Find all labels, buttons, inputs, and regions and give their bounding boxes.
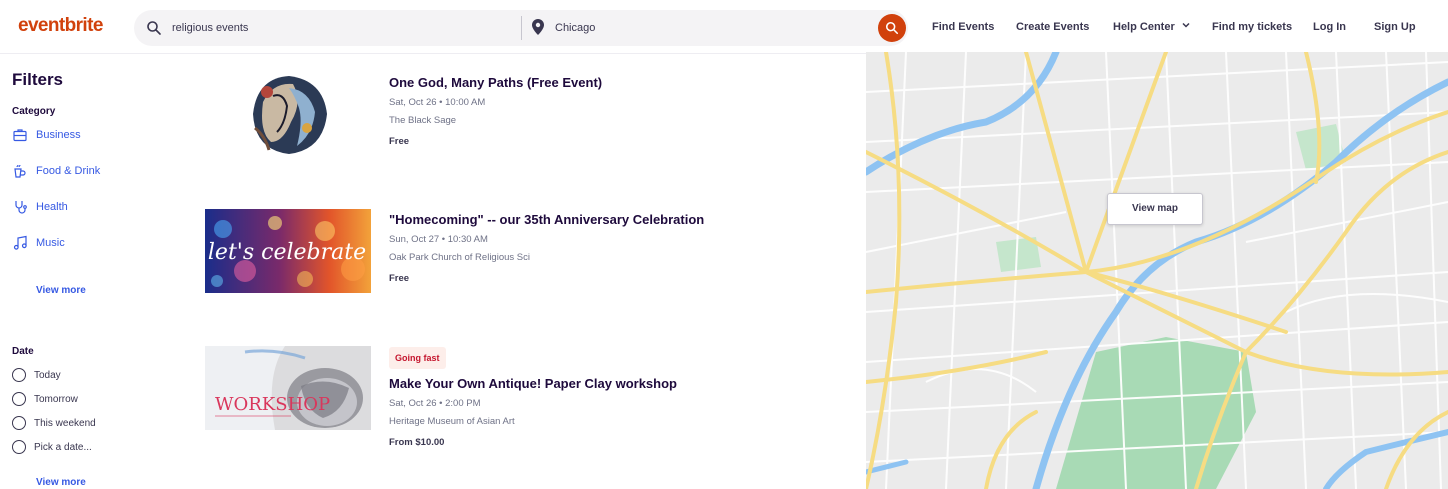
going-fast-badge: Going fast [389,347,446,369]
nav-create-events[interactable]: Create Events [1016,21,1089,33]
nav-help-center[interactable]: Help Center [1113,21,1190,33]
date-option-label: Today [34,369,61,381]
category-business[interactable]: Business [12,125,81,145]
event-title[interactable]: Make Your Own Antique! Paper Clay worksh… [389,376,677,391]
search-input[interactable]: religious events [172,22,248,34]
search-divider [521,16,522,40]
category-label: Food & Drink [36,165,101,177]
event-date: Sat, Oct 26 • 10:00 AM [389,97,486,108]
category-label: Music [36,237,65,249]
map-panel[interactable]: View map [866,52,1448,489]
event-artwork-workshop: WORKSHOP [205,346,371,430]
top-nav-bar: eventbrite religious events Chicago Find… [0,0,1448,54]
event-image-workshop[interactable]: WORKSHOP [205,346,371,430]
category-section-label: Category [12,106,56,117]
event-image-text: WORKSHOP [215,394,330,415]
nav-find-my-tickets[interactable]: Find my tickets [1212,21,1292,33]
event-image-text: let's celebrate [208,240,366,265]
date-option-this-weekend[interactable]: This weekend [12,415,96,431]
location-pin-icon [532,19,544,35]
category-food-drink[interactable]: Food & Drink [12,161,100,181]
category-label: Health [36,201,68,213]
nav-sign-up[interactable]: Sign Up [1374,21,1416,33]
view-map-button[interactable]: View map [1107,193,1203,225]
nav-find-events[interactable]: Find Events [932,21,994,33]
chevron-down-icon [1182,22,1190,28]
search-button-icon [885,21,899,35]
event-venue: Oak Park Church of Religious Sci [389,252,530,263]
search-bar[interactable]: religious events Chicago [134,10,908,46]
date-view-more-link[interactable]: View more [36,477,86,488]
event-price: Free [389,136,410,147]
filters-title: Filters [12,70,64,89]
event-price: From $10.00 [389,437,445,448]
health-icon [15,201,27,214]
event-price: Free [389,273,410,284]
event-title[interactable]: "Homecoming" -- our 35th Anniversary Cel… [389,212,704,227]
event-date: Sat, Oct 26 • 2:00 PM [389,398,481,409]
search-icon [147,21,161,35]
nav-log-in[interactable]: Log In [1313,21,1346,33]
date-option-label: Pick a date... [34,441,92,453]
date-section-label: Date [12,346,34,357]
radio-button[interactable] [12,368,26,382]
event-artwork-bokeh: let's celebrate [205,209,371,293]
event-title[interactable]: One God, Many Paths (Free Event) [389,75,602,90]
food-drink-icon [14,164,26,178]
date-option-tomorrow[interactable]: Tomorrow [12,391,78,407]
category-view-more-link[interactable]: View more [36,285,86,296]
event-image-homecoming[interactable]: let's celebrate [205,209,371,293]
date-option-today[interactable]: Today [12,367,61,383]
event-venue: The Black Sage [389,115,457,126]
event-date: Sun, Oct 27 • 10:30 AM [389,234,488,245]
event-artwork-faces [243,72,333,156]
date-option-label: This weekend [34,417,96,429]
radio-button[interactable] [12,416,26,430]
search-button[interactable] [878,14,906,42]
event-image-one-god[interactable] [243,72,333,156]
category-label: Business [36,129,81,141]
date-option-label: Tomorrow [34,393,78,405]
date-option-pick-a-date[interactable]: Pick a date... [12,439,92,455]
nav-help-center-label: Help Center [1113,21,1175,33]
map-graphic [866,52,1448,489]
music-note-icon [13,235,27,250]
category-music[interactable]: Music [12,233,65,253]
radio-button[interactable] [12,392,26,406]
radio-button[interactable] [12,440,26,454]
eventbrite-logo[interactable]: eventbrite [18,15,103,37]
category-health[interactable]: Health [12,197,68,217]
briefcase-icon [13,129,27,142]
location-input[interactable]: Chicago [555,22,595,34]
event-venue: Heritage Museum of Asian Art [389,416,515,427]
